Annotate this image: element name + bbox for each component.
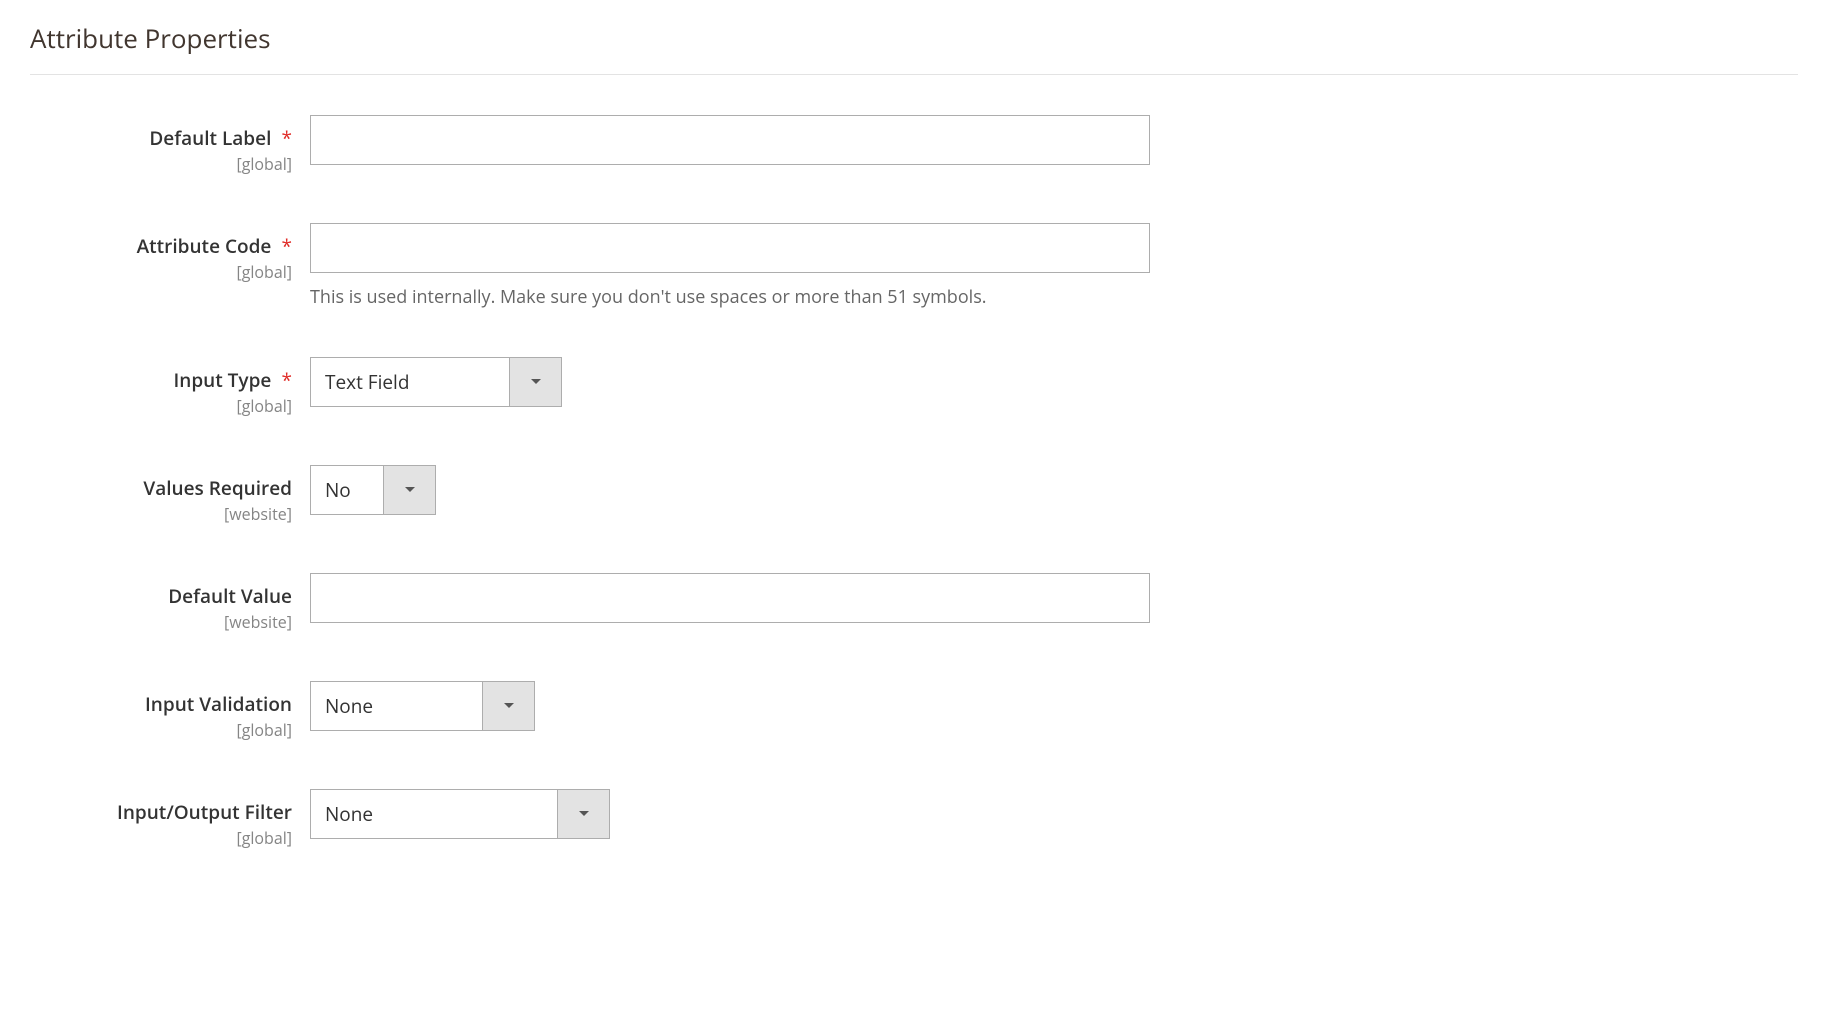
field-row-default-value: Default Value [website] xyxy=(30,573,1798,633)
values-required-label: Values Required xyxy=(143,475,292,501)
field-row-input-type: Input Type * [global] Text Field xyxy=(30,357,1798,417)
field-row-io-filter: Input/Output Filter [global] None xyxy=(30,789,1798,849)
input-type-label: Input Type xyxy=(173,367,271,393)
control-col: No xyxy=(310,465,436,515)
default-label-label: Default Label xyxy=(149,125,271,151)
required-asterisk: * xyxy=(282,125,292,151)
chevron-down-icon xyxy=(557,790,609,838)
input-validation-label: Input Validation xyxy=(145,691,292,717)
section-title: Attribute Properties xyxy=(30,20,1798,75)
attribute-code-input[interactable] xyxy=(310,223,1150,273)
scope-hint: [global] xyxy=(30,153,292,175)
label-col: Input Validation [global] xyxy=(30,681,310,741)
io-filter-value: None xyxy=(311,790,557,838)
values-required-select[interactable]: No xyxy=(310,465,436,515)
scope-hint: [website] xyxy=(30,611,292,633)
control-col: None xyxy=(310,789,610,839)
control-col xyxy=(310,115,1150,165)
chevron-down-icon xyxy=(482,682,534,730)
io-filter-select[interactable]: None xyxy=(310,789,610,839)
attribute-code-label: Attribute Code xyxy=(137,233,272,259)
input-type-select[interactable]: Text Field xyxy=(310,357,562,407)
attribute-properties-section: Attribute Properties Default Label * [gl… xyxy=(30,20,1798,849)
label-col: Attribute Code * [global] xyxy=(30,223,310,283)
control-col: None xyxy=(310,681,535,731)
field-row-attribute-code: Attribute Code * [global] This is used i… xyxy=(30,223,1798,309)
input-validation-value: None xyxy=(311,682,482,730)
input-validation-select[interactable]: None xyxy=(310,681,535,731)
scope-hint: [global] xyxy=(30,261,292,283)
required-asterisk: * xyxy=(282,233,292,259)
default-value-input[interactable] xyxy=(310,573,1150,623)
label-col: Input Type * [global] xyxy=(30,357,310,417)
control-col xyxy=(310,573,1150,623)
label-col: Input/Output Filter [global] xyxy=(30,789,310,849)
io-filter-label: Input/Output Filter xyxy=(117,799,292,825)
label-col: Default Value [website] xyxy=(30,573,310,633)
values-required-value: No xyxy=(311,466,383,514)
input-type-value: Text Field xyxy=(311,358,509,406)
control-col: This is used internally. Make sure you d… xyxy=(310,223,1150,309)
default-value-label: Default Value xyxy=(168,583,292,609)
scope-hint: [website] xyxy=(30,503,292,525)
scope-hint: [global] xyxy=(30,827,292,849)
label-col: Default Label * [global] xyxy=(30,115,310,175)
chevron-down-icon xyxy=(383,466,435,514)
required-asterisk: * xyxy=(282,367,292,393)
label-col: Values Required [website] xyxy=(30,465,310,525)
field-row-input-validation: Input Validation [global] None xyxy=(30,681,1798,741)
field-row-values-required: Values Required [website] No xyxy=(30,465,1798,525)
attribute-code-helper: This is used internally. Make sure you d… xyxy=(310,285,1150,309)
field-row-default-label: Default Label * [global] xyxy=(30,115,1798,175)
chevron-down-icon xyxy=(509,358,561,406)
default-label-input[interactable] xyxy=(310,115,1150,165)
control-col: Text Field xyxy=(310,357,562,407)
scope-hint: [global] xyxy=(30,395,292,417)
scope-hint: [global] xyxy=(30,719,292,741)
